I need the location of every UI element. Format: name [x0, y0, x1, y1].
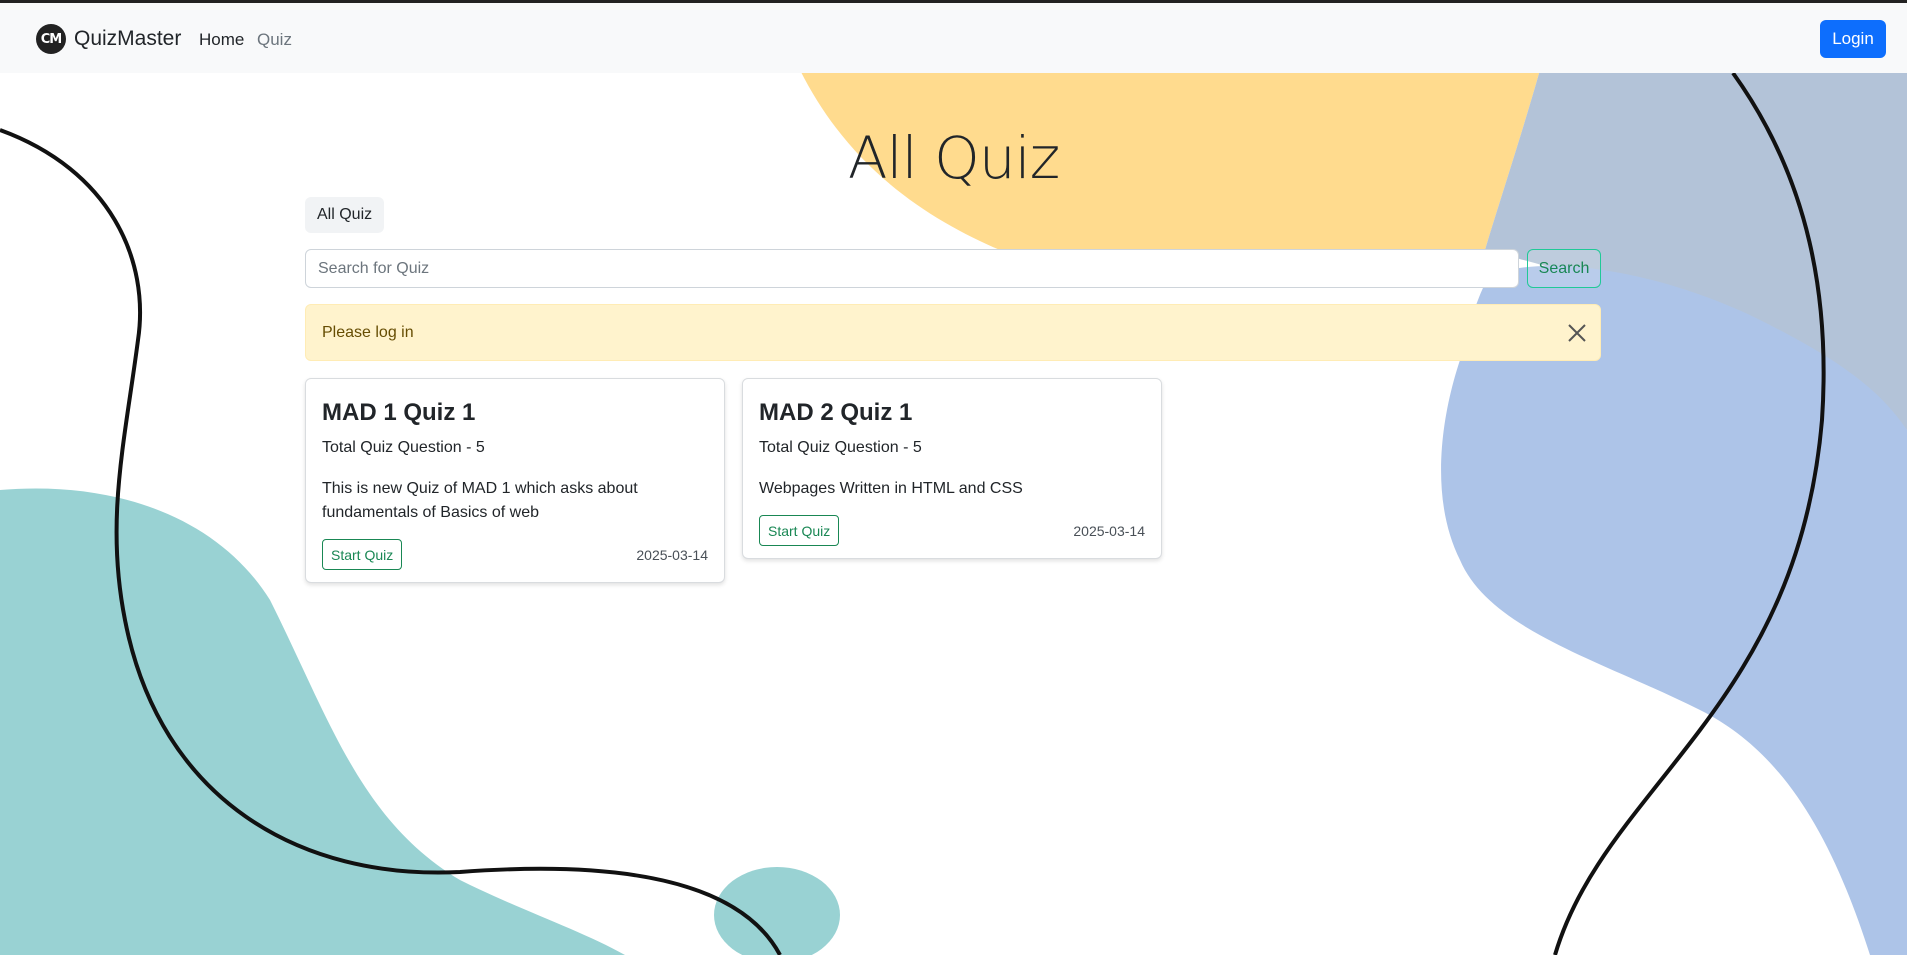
quiz-card: MAD 2 Quiz 1 Total Quiz Question - 5 Web…: [742, 378, 1162, 559]
quiz-title: MAD 1 Quiz 1: [322, 399, 476, 426]
blue-blob: [1441, 265, 1907, 955]
navbar: CM QuizMaster Home Quiz Login: [0, 0, 1907, 73]
page-title: All Quiz: [847, 124, 1060, 192]
login-alert: Please log in: [305, 304, 1601, 361]
quiz-title: MAD 2 Quiz 1: [759, 399, 913, 426]
login-button[interactable]: Login: [1820, 20, 1886, 58]
card-footer: Start Quiz 2025-03-14: [759, 515, 1145, 546]
start-quiz-button[interactable]: Start Quiz: [759, 515, 840, 546]
quiz-date: 2025-03-14: [1073, 522, 1145, 539]
nav-link-home[interactable]: Home: [199, 30, 244, 50]
quiz-question-count: Total Quiz Question - 5: [322, 439, 485, 456]
alert-message: Please log in: [322, 324, 414, 341]
brand-name: QuizMaster: [74, 27, 182, 50]
close-icon[interactable]: [1566, 322, 1588, 344]
teal-circle: [714, 867, 840, 955]
quiz-question-count: Total Quiz Question - 5: [759, 439, 922, 456]
quiz-date: 2025-03-14: [636, 546, 708, 563]
card-footer: Start Quiz 2025-03-14: [322, 539, 708, 570]
breadcrumb: All Quiz: [305, 197, 385, 233]
start-quiz-button[interactable]: Start Quiz: [322, 539, 403, 570]
quiz-description: This is new Quiz of MAD 1 which asks abo…: [322, 480, 638, 521]
quiz-description: Webpages Written in HTML and CSS: [759, 480, 1023, 497]
brand[interactable]: CM QuizMaster: [36, 24, 181, 54]
quiz-card: MAD 1 Quiz 1 Total Quiz Question - 5 Thi…: [305, 378, 725, 583]
nav-link-quiz[interactable]: Quiz: [257, 30, 292, 50]
search-button[interactable]: Search: [1527, 249, 1601, 288]
quizmaster-logo-icon: CM: [36, 24, 66, 54]
search-input[interactable]: [305, 249, 1519, 288]
